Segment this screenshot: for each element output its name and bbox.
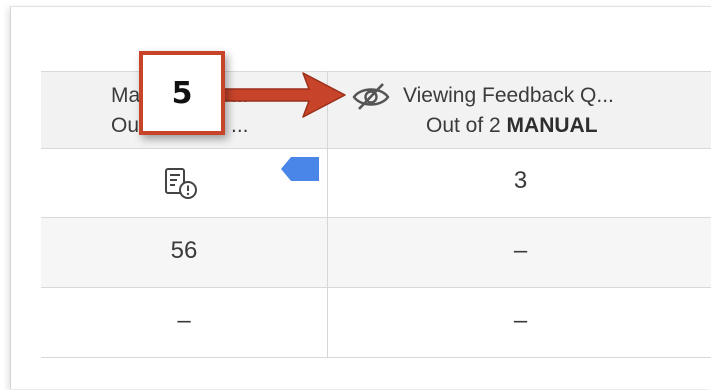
- feedback-document-icon[interactable]: [164, 167, 200, 201]
- column-header-2-grading-type: MANUAL: [506, 114, 598, 137]
- row-divider: [41, 217, 711, 218]
- row-divider: [41, 287, 711, 288]
- row-1-col-2-value[interactable]: 3: [328, 167, 711, 195]
- column-header-1-title[interactable]: Ma: [111, 81, 140, 110]
- row-2-col-1-value[interactable]: 56: [41, 237, 327, 265]
- row-divider: [41, 357, 711, 358]
- column-header-2-subtitle-prefix: Out of 2: [426, 114, 507, 137]
- row-3-col-1-value[interactable]: –: [41, 307, 327, 335]
- row-3-col-2-value[interactable]: –: [328, 307, 711, 335]
- row-2-col-2-value[interactable]: –: [328, 237, 711, 265]
- column-header-1-subtitle: Ou: [111, 114, 140, 137]
- annotation-arrow: [221, 72, 346, 118]
- eye-slash-icon[interactable]: [351, 81, 391, 111]
- step-number-callout: 5: [139, 51, 225, 135]
- column-header-2-subtitle: Out of 2 MANUAL: [426, 111, 598, 140]
- gradebook-panel: Ma ... Ou ... Viewing Feedback Q... Out …: [10, 6, 711, 389]
- blue-flag-icon: [281, 157, 319, 181]
- column-header-2-title[interactable]: Viewing Feedback Q...: [403, 81, 614, 110]
